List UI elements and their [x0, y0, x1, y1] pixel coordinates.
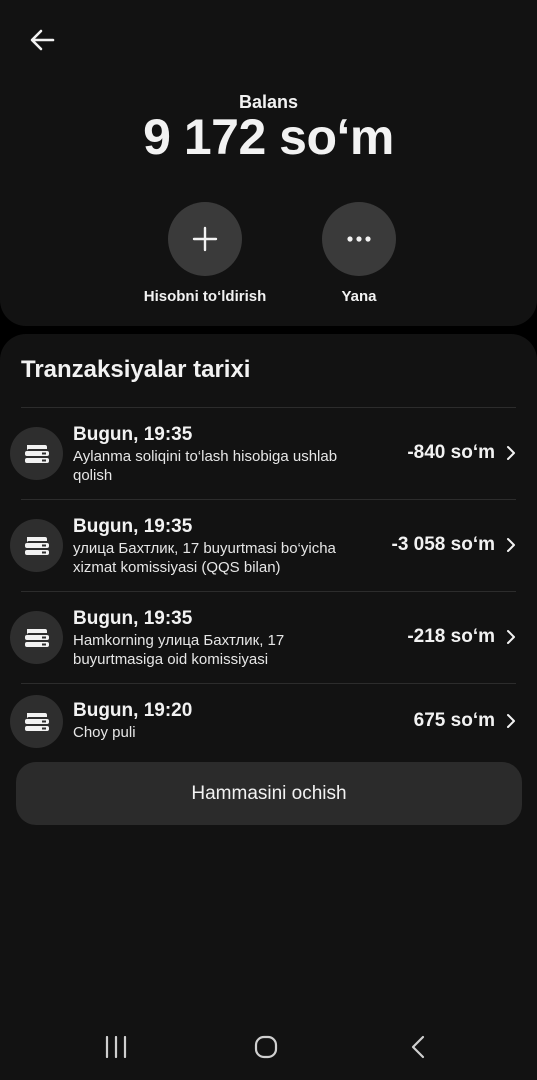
home-icon: [254, 1035, 278, 1059]
top-up-button[interactable]: Hisobni to‘ldirish: [130, 202, 280, 305]
arrow-left-icon: [30, 29, 55, 51]
transaction-amount: -840 so‘m: [407, 442, 495, 463]
transaction-amount: -3 058 so‘m: [391, 534, 496, 555]
plus-icon: [192, 226, 218, 252]
transaction-row[interactable]: Bugun, 19:35 Aylanma soliqini to‘lash hi…: [0, 407, 537, 499]
chevron-right-icon: [507, 630, 515, 644]
transaction-description-line: xizmat komissiyasi (QQS bilan): [73, 559, 281, 576]
transaction-icon-badge: [10, 519, 63, 572]
balance-amount: 9 172 so‘m: [143, 109, 394, 165]
transaction-row[interactable]: Bugun, 19:35 улица Бахтлик, 17 buyurtmas…: [0, 499, 537, 591]
system-back-button[interactable]: [396, 1032, 440, 1062]
transaction-row[interactable]: Bugun, 19:20 Choy puli 675 so‘m: [0, 683, 537, 759]
nav-back-icon: [411, 1035, 425, 1059]
divider: [21, 407, 516, 408]
divider: [21, 591, 516, 592]
more-button[interactable]: Yana: [284, 202, 434, 305]
transaction-description: улица Бахтлик, 17 buyurtmasi bo‘yicha xi…: [73, 539, 378, 577]
divider: [21, 683, 516, 684]
transaction-time: Bugun, 19:35: [73, 424, 193, 445]
top-up-label: Hisobni to‘ldirish: [143, 288, 267, 305]
back-button[interactable]: [22, 22, 62, 58]
transaction-description: Choy puli: [73, 723, 378, 742]
transaction-description: Aylanma soliqini to‘lash hisobiga ushlab…: [73, 447, 378, 485]
transaction-description-line: Aylanma soliqini to‘lash hisobiga ushlab: [73, 448, 338, 465]
transaction-time: Bugun, 19:35: [73, 608, 193, 629]
transaction-time: Bugun, 19:20: [73, 700, 193, 721]
wallet-icon: [24, 444, 49, 463]
top-up-circle[interactable]: [168, 202, 242, 276]
screen: Balans 9 172 so‘m Hisobni to‘ldirish Yan…: [0, 0, 537, 1080]
transaction-description-line: Hamkorning улица Бахтлик, 17: [73, 632, 285, 649]
transactions-list: Bugun, 19:35 Aylanma soliqini to‘lash hi…: [0, 407, 537, 759]
transaction-description-line: улица Бахтлик, 17 buyurtmasi bo‘yicha: [73, 540, 336, 557]
recents-button[interactable]: [94, 1032, 138, 1062]
transaction-amount: -218 so‘m: [407, 626, 495, 647]
wallet-icon: [24, 536, 49, 555]
transaction-icon-badge: [10, 695, 63, 748]
transactions-card: Tranzaksiyalar tarixi Bugun, 19:35 Aylan…: [0, 334, 537, 1080]
transaction-time: Bugun, 19:35: [73, 516, 193, 537]
chevron-right-icon: [507, 714, 515, 728]
transaction-icon-badge: [10, 427, 63, 480]
transaction-description-line: buyurtmasiga oid komissiyasi: [73, 651, 269, 668]
more-dots-icon: [347, 236, 371, 242]
transaction-row[interactable]: Bugun, 19:35 Hamkorning улица Бахтлик, 1…: [0, 591, 537, 683]
balance-card: Balans 9 172 so‘m Hisobni to‘ldirish Yan…: [0, 0, 537, 326]
more-circle[interactable]: [322, 202, 396, 276]
home-button[interactable]: [244, 1032, 288, 1062]
transaction-amount: 675 so‘m: [413, 710, 495, 731]
transaction-icon-badge: [10, 611, 63, 664]
transaction-description-line: qolish: [73, 467, 113, 484]
wallet-icon: [24, 628, 49, 647]
transaction-description-line: Choy puli: [73, 724, 136, 741]
system-nav-bar: [0, 1020, 537, 1076]
open-all-button[interactable]: Hammasini ochish: [16, 762, 522, 825]
chevron-right-icon: [507, 446, 515, 460]
transactions-title: Tranzaksiyalar tarixi: [21, 356, 251, 383]
chevron-right-icon: [507, 538, 515, 552]
more-label: Yana: [341, 288, 377, 305]
recents-icon: [105, 1036, 127, 1058]
wallet-icon: [24, 712, 49, 731]
transaction-description: Hamkorning улица Бахтлик, 17 buyurtmasig…: [73, 631, 378, 669]
divider: [21, 499, 516, 500]
